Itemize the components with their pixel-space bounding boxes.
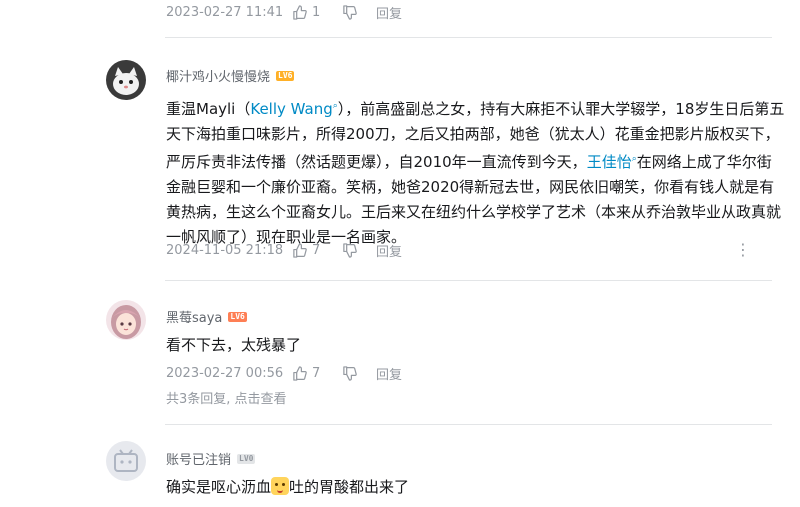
like-button[interactable]: 7 [292,243,342,258]
dislike-button[interactable] [342,5,376,20]
thumbs-up-icon [293,366,307,381]
avatar[interactable] [106,441,146,481]
username[interactable]: 椰汁鸡小火慢慢烧 [166,66,270,85]
deleted-account-avatar-image [106,441,146,481]
search-link[interactable]: Kelly Wang [250,100,332,118]
text-segment: 重温Mayli（ [166,100,251,118]
thumbs-up-icon [293,243,307,258]
comment-time: 2023-02-27 11:41 [166,5,284,20]
text-segment: 吐的胃酸都出来了 [289,478,410,496]
search-link[interactable]: 王佳怡 [587,153,632,171]
comment-time: 2023-02-27 00:56 [166,366,284,381]
dislike-button[interactable] [342,243,376,258]
thumbs-down-icon [343,5,357,20]
like-button[interactable]: 7 [292,366,342,381]
comment-time: 2024-11-05 21:18 [166,243,284,258]
level-badge: LV6 [228,311,247,322]
comment-meta: 2023-02-27 00:56 7 回复 [166,364,402,383]
comment-text: 确实是呕心沥血 吐的胃酸都出来了 [166,475,786,500]
username-row: 账号已注销 LV0 [166,449,256,468]
like-count: 7 [312,366,321,381]
username-row: 椰汁鸡小火慢慢烧 LV6 [166,66,295,85]
more-options-icon[interactable]: ⋮ [735,240,751,259]
comment-meta: 2023-02-27 11:41 1 回复 [166,3,402,22]
text-segment: 确实是呕心沥血 [166,478,272,496]
username[interactable]: 黑莓saya [166,307,222,326]
dislike-button[interactable] [342,366,376,381]
divider [165,424,772,425]
like-count: 7 [312,243,321,258]
anime-girl-avatar-image [106,300,146,340]
reply-button[interactable]: 回复 [376,364,402,383]
username-row: 黑莓saya LV6 [166,307,247,326]
divider [165,37,772,38]
comment-meta: 2024-11-05 21:18 7 回复 [166,241,402,260]
thumbs-down-icon [343,366,357,381]
reply-button[interactable]: 回复 [376,3,402,22]
comment-text: 看不下去，太残暴了 [166,336,302,354]
view-replies-link[interactable]: 点击查看 [235,392,287,407]
reply-count-text: 共3条回复, [166,392,235,407]
username[interactable]: 账号已注销 [166,449,231,468]
like-button[interactable]: 1 [292,5,342,20]
avatar[interactable] [106,60,146,100]
thumbs-up-icon [293,5,307,20]
reply-summary: 共3条回复, 点击查看 [166,388,287,407]
comment-text: 重温Mayli（Kelly Wang⌕），前高盛副总之女，持有大麻拒不认罪大学辍… [166,94,786,250]
doge-emoji-icon [271,477,290,495]
like-count: 1 [312,5,321,20]
divider [165,280,772,281]
level-badge: LV0 [237,453,256,464]
cat-avatar-image [106,60,146,100]
thumbs-down-icon [343,243,357,258]
reply-button[interactable]: 回复 [376,241,402,260]
avatar[interactable] [106,300,146,340]
level-badge: LV6 [276,70,295,81]
